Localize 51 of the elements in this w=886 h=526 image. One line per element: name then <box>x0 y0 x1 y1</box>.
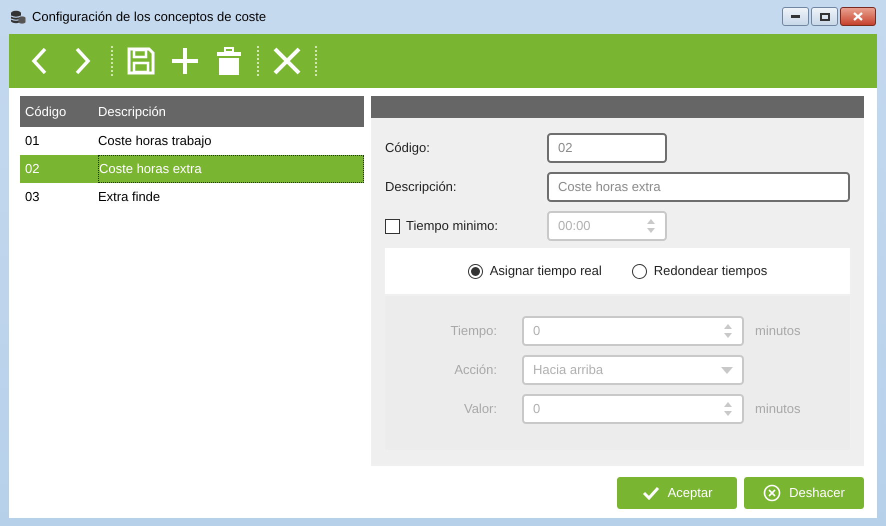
unit-label: minutos <box>755 322 801 340</box>
time-field[interactable]: 00:00 <box>547 211 667 241</box>
code-field[interactable]: 02 <box>547 133 667 163</box>
field-label: Acción: <box>453 361 498 380</box>
field-value: 0 <box>533 322 542 340</box>
field-value: 00:00 <box>558 217 592 236</box>
table-cell-text: Extra finde <box>98 188 162 206</box>
field-label: Descripción: <box>385 178 458 196</box>
plus-icon <box>171 47 199 75</box>
table-cell-text: Coste horas trabajo <box>98 132 212 150</box>
checkmark-icon <box>642 486 660 500</box>
unit-label: minutos <box>755 400 801 418</box>
maximize-button[interactable] <box>811 7 838 26</box>
table-row[interactable]: 02 Coste horas extra <box>20 155 364 183</box>
chevron-right-icon <box>75 47 91 75</box>
radio-button[interactable] <box>468 264 483 278</box>
field-label: Código: <box>385 139 431 158</box>
field-value: 02 <box>558 139 574 158</box>
trash-icon <box>216 47 242 75</box>
restore-icon <box>820 12 830 20</box>
field-value: Coste horas extra <box>558 178 662 196</box>
table-row[interactable]: 01 Coste horas trabajo <box>20 127 364 155</box>
checkbox[interactable] <box>385 218 400 234</box>
window-title: Configuración de los conceptos de coste <box>32 8 268 26</box>
field-value: 0 <box>533 400 542 418</box>
table-cell-text: 02 <box>24 160 40 178</box>
column-header: Código <box>24 102 68 121</box>
table-cell-text: 01 <box>24 132 40 150</box>
circle-x-icon <box>763 484 782 502</box>
minimize-icon <box>791 15 800 18</box>
description-field[interactable]: Coste horas extra <box>547 172 850 202</box>
field-label: Valor: <box>463 400 498 418</box>
radio-button[interactable] <box>632 264 647 278</box>
close-icon <box>853 12 863 21</box>
chevron-left-icon <box>31 47 47 75</box>
field-label: Tiempo: <box>450 322 498 340</box>
radio-label: Redondear tiempos <box>654 262 768 280</box>
radio-label: Asignar tiempo real <box>490 262 602 280</box>
undo-button[interactable]: Deshacer <box>744 477 864 509</box>
coin-stack-icon <box>10 9 26 25</box>
checkbox-label: Tiempo minimo: <box>406 217 498 236</box>
minimize-button[interactable] <box>782 7 809 26</box>
x-icon <box>273 47 301 75</box>
column-header: Descripción <box>98 102 166 121</box>
table-cell-text: 03 <box>24 188 40 206</box>
accept-button[interactable]: Aceptar <box>617 477 737 509</box>
spinner-arrows-icon[interactable] <box>646 217 656 235</box>
field-value: Hacia arriba <box>533 361 604 380</box>
table-row[interactable]: 03 Extra finde <box>20 183 364 211</box>
close-button[interactable] <box>840 7 876 26</box>
table-cell: Coste horas extra <box>98 155 364 183</box>
